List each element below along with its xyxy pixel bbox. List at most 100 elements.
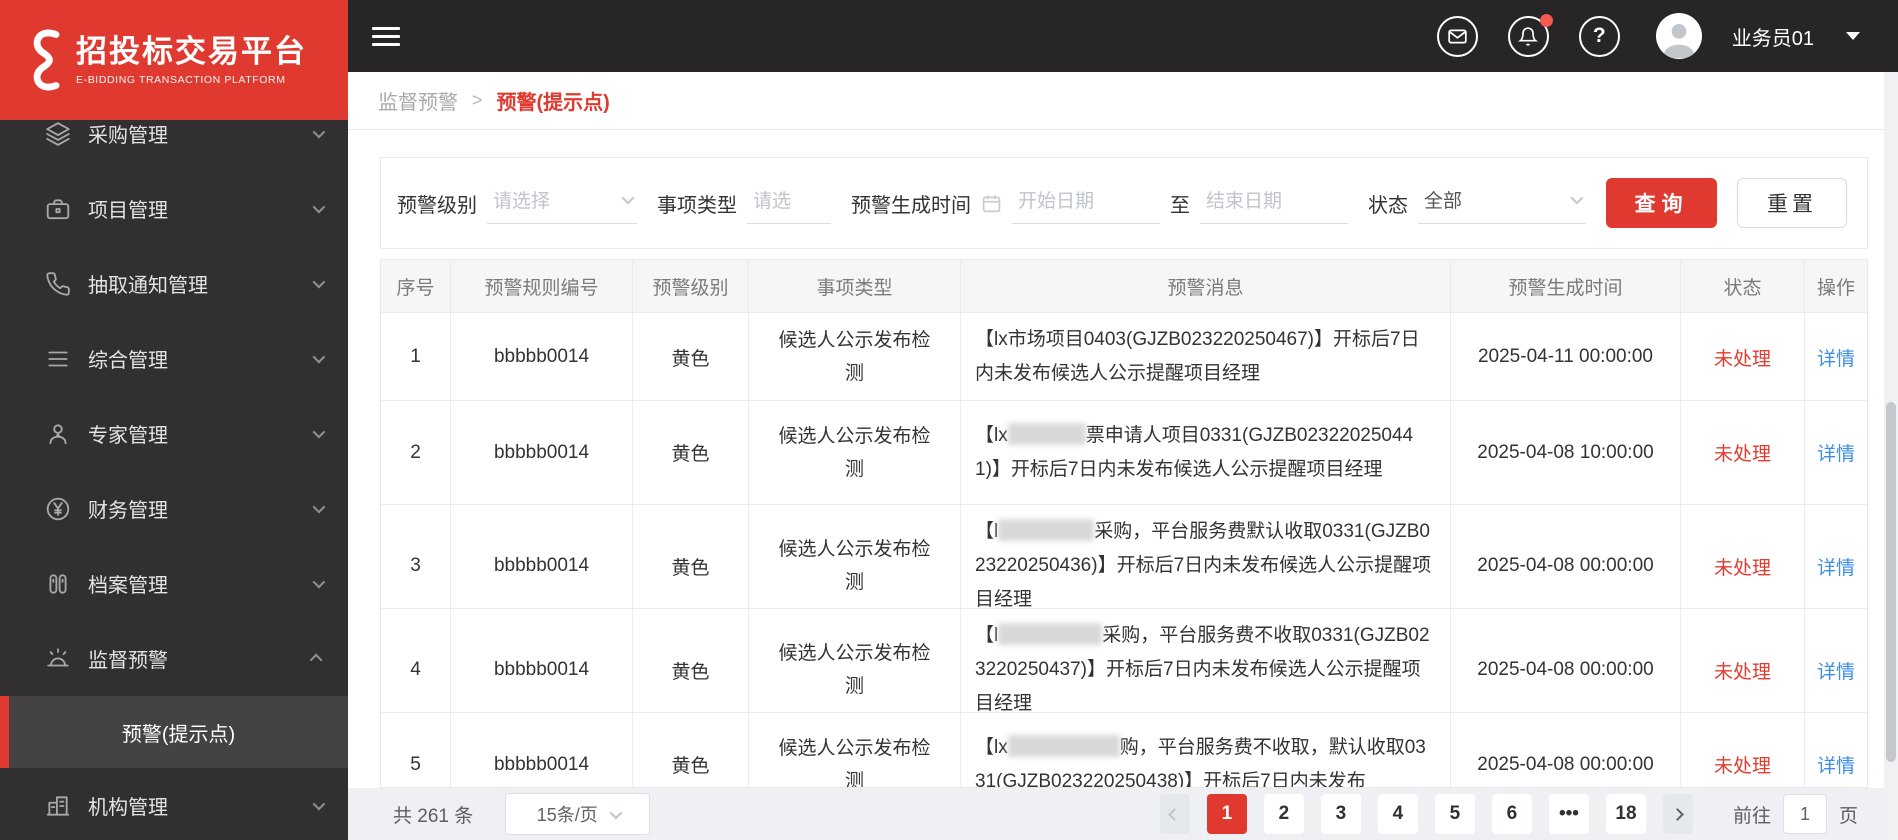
phone-icon [44,270,71,297]
goto-page-input[interactable] [1782,794,1827,834]
column-header: 序号 [381,260,451,312]
action-cell: 详情 [1805,713,1867,787]
avatar[interactable] [1655,13,1702,59]
status-cell: 未处理 [1681,713,1805,787]
table-row: 4 bbbbb0014 黄色 候选人公示发布检测 【l 采购，平台服务费不收取0331(G… [381,608,1867,731]
event-type-cell: 候选人公示发布检测 [749,401,961,504]
time-filter-label: 预警生成时间 [851,194,971,217]
page-button[interactable]: 2 [1263,794,1304,834]
alert-time-cell: 2025-04-08 00:00:00 [1451,713,1681,787]
sidebar-item[interactable]: 机构管理 [0,768,348,840]
currency-yuan-icon [44,495,71,522]
page-button[interactable]: 3 [1320,794,1361,834]
pagination-bar: 共 261 条 15条/页 123456 ••• 18 前往 页 [348,788,1884,840]
alert-message-cell: 【lx 购，平台服务费不收取，默认收取0331(GJZB023220250438)… [961,713,1451,787]
next-page-button[interactable] [1662,794,1693,834]
pager: 1 2 3 4 5 6 ••• 18 [1159,794,1693,834]
sidebar-item-label: 财务管理 [88,500,168,522]
sidebar-item[interactable]: 抽取通知管理 [0,246,348,321]
main-content: 监督预警 > 预警(提示点) 预警级别 请选择 事项类型 请选 预警生成时间 开… [348,72,1898,840]
alerts-table: 序号 预警规则编号 预警级别 事项类型 预警消息 预警生成时间 状态 操作 1 bbbbb001… [380,259,1868,788]
detail-link[interactable]: 详情 [1817,344,1855,371]
column-header: 预警级别 [633,260,749,312]
brand-logo: 招投标交易平台 E-BIDDING TRANSACTION PLATFORM [0,0,348,120]
sidebar-item-label: 项目管理 [88,200,168,222]
sidebar-item[interactable]: 财务管理 [0,471,348,546]
chevron-down-icon[interactable] [1846,32,1860,40]
column-header: 预警生成时间 [1451,260,1681,312]
sidebar-item-label: 档案管理 [88,575,168,597]
event-type-cell: 候选人公示发布检测 [749,313,961,401]
sidebar-item[interactable]: 项目管理 [0,171,348,246]
column-header: 操作 [1816,277,1855,299]
vertical-scrollbar[interactable] [1884,72,1898,840]
breadcrumb-parent[interactable]: 监督预警 [378,86,458,115]
sidebar-item[interactable]: 监督预警 [0,621,348,696]
chevron-down-icon [312,350,326,364]
rule-code-cell: bbbbb0014 [451,713,633,787]
chevron-down-icon [312,200,326,214]
calendar-icon [982,195,1001,212]
alarm-icon [44,645,71,672]
type-select[interactable]: 请选 [747,182,831,224]
chevron-down-icon [312,500,326,514]
breadcrumb-separator: > [472,90,483,110]
row-index-cell: 2 [381,401,451,504]
table-header-row: 序号 预警规则编号 预警级别 事项类型 预警消息 预警生成时间 状态 操作 [381,260,1867,312]
page-button[interactable]: 4 [1377,794,1418,834]
brand-logo-icon [33,29,60,91]
notification-badge [1539,13,1553,27]
sidebar-item[interactable]: 档案管理 [0,546,348,621]
mail-icon[interactable] [1436,15,1478,57]
chevron-down-icon [312,797,326,811]
prev-page-button[interactable] [1159,794,1190,834]
alert-message-cell: 【lx市场项目0403(GJZB023220250467)】开标后7日内未发布候… [961,313,1451,401]
chevron-down-icon [1570,191,1584,205]
brand-subtitle: E-BIDDING TRANSACTION PLATFORM [76,74,286,86]
total-count-label: 共 261 条 [393,805,474,827]
user-name[interactable]: 业务员01 [1732,22,1814,51]
page-button[interactable]: 1 [1206,794,1247,834]
redacted-text [998,519,1095,541]
sidebar-item-label: 监督预警 [88,650,168,672]
sidebar-item[interactable]: 综合管理 [0,321,348,396]
sidebar-item-label: 采购管理 [88,125,168,147]
start-date-input[interactable]: 开始日期 [1012,182,1160,224]
brand-title: 招投标交易平台 [76,34,307,69]
table-row: 5 bbbbb0014 黄色 候选人公示发布检测 【lx 购，平台服务费不收取，默认收取0… [381,712,1867,787]
building-icon [44,792,71,819]
table-row: 1 bbbbb0014 黄色 候选人公示发布检测 【lx市场项目0403(GJZB023… [381,312,1867,401]
help-icon[interactable]: ? [1578,15,1620,57]
detail-link[interactable]: 详情 [1817,439,1855,466]
redacted-text [1007,734,1120,757]
sidebar-item[interactable]: 专家管理 [0,396,348,471]
type-filter-label: 事项类型 [657,194,737,217]
filter-bar: 预警级别 请选择 事项类型 请选 预警生成时间 开始日期 至 结束日期 状态 全… [380,157,1868,249]
menu-toggle-icon[interactable] [372,22,400,51]
end-date-input[interactable]: 结束日期 [1200,182,1348,224]
menu-lines-icon [44,345,71,372]
status-cell: 未处理 [1681,313,1805,401]
page-button[interactable]: 6 [1491,794,1532,834]
column-header: 状态 [1681,260,1805,312]
sidebar-subitem-label: 预警(提示点) [121,723,236,746]
search-button[interactable]: 查询 [1606,178,1718,228]
status-select[interactable]: 全部 [1418,182,1586,224]
more-pages-button[interactable]: ••• [1548,794,1589,834]
rule-code-cell: bbbbb0014 [451,401,633,504]
sidebar-item-label: 抽取通知管理 [88,275,208,297]
page-button[interactable]: 18 [1605,794,1646,834]
level-select[interactable]: 请选择 [487,182,637,224]
sidebar-subitem-active[interactable]: 预警(提示点) [0,696,348,768]
page-size-select[interactable]: 15条/页 [505,793,651,835]
breadcrumb-current: 预警(提示点) [496,92,610,114]
page-button[interactable]: 5 [1434,794,1475,834]
alert-level-cell: 黄色 [633,401,749,504]
alert-level-cell: 黄色 [633,713,749,787]
detail-link[interactable]: 详情 [1817,751,1855,778]
reset-button[interactable]: 重置 [1737,178,1847,228]
detail-link[interactable]: 详情 [1817,657,1855,684]
scrollbar-thumb[interactable] [1886,402,1896,762]
detail-link[interactable]: 详情 [1817,553,1855,580]
bell-icon[interactable] [1507,13,1553,57]
